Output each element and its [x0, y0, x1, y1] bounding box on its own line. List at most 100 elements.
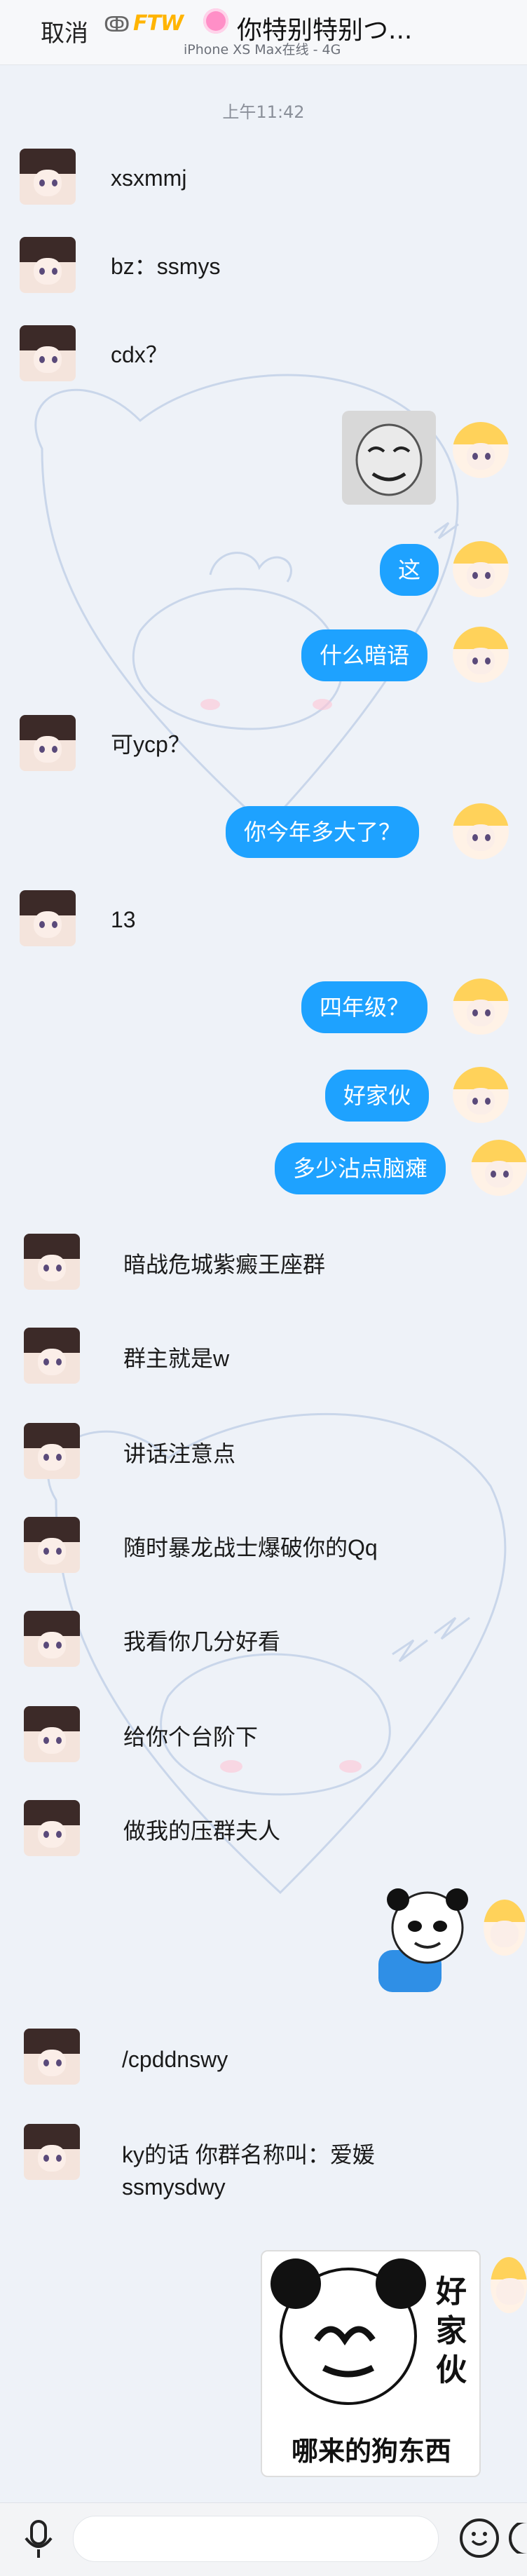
avatar-face — [38, 1632, 66, 1658]
avatar-eye — [503, 1171, 509, 1178]
panda-meme-icon — [378, 1888, 468, 1992]
received-message[interactable]: 群主就是w — [123, 1343, 229, 1374]
contact-avatar[interactable] — [24, 1328, 80, 1384]
received-message[interactable]: 可ycp？ — [111, 729, 191, 760]
avatar-face — [467, 443, 495, 470]
avatar-eye — [56, 1831, 62, 1838]
meme-face-icon — [355, 423, 423, 496]
contact-avatar[interactable] — [24, 1517, 80, 1573]
avatar-eye — [43, 1548, 49, 1555]
avatar-eye — [485, 1009, 491, 1016]
contact-avatar[interactable] — [24, 2029, 80, 2085]
meme-face-sticker[interactable] — [342, 411, 436, 505]
avatar-eye — [485, 657, 491, 665]
contact-avatar[interactable] — [24, 1234, 80, 1290]
avatar-eye — [56, 2059, 62, 2066]
received-message[interactable]: 暗战危城紫癜王座群 — [123, 1249, 325, 1280]
avatar-eye — [56, 1737, 62, 1744]
avatar-eye — [472, 572, 478, 579]
received-message[interactable]: 给你个台阶下 — [123, 1722, 258, 1752]
my-avatar[interactable] — [453, 422, 509, 478]
avatar-eye — [52, 921, 57, 928]
my-avatar[interactable] — [453, 979, 509, 1035]
sent-message[interactable]: 多少沾点脑瘫 — [275, 1143, 446, 1194]
contact-avatar[interactable] — [24, 1706, 80, 1762]
received-message[interactable]: /cpddnswy — [122, 2044, 228, 2075]
my-avatar[interactable] — [453, 541, 509, 597]
avatar-eye — [485, 572, 491, 579]
avatar-eye — [56, 1358, 62, 1365]
received-message[interactable]: cdx？ — [111, 339, 168, 370]
received-message[interactable]: 做我的压群夫人 — [123, 1815, 280, 1846]
avatar-eye — [39, 179, 45, 186]
sent-message[interactable]: 你今年多大了？ — [226, 806, 420, 858]
avatar-eye — [472, 834, 478, 841]
chat-header: 取消 ↂ FTW 你特别特别つ... iPhone XS Max在线 - 4G — [0, 0, 527, 65]
avatar-face — [485, 1161, 513, 1187]
avatar-face — [34, 258, 62, 285]
received-message-line[interactable]: ky的话 你群名称叫：爱媛 — [122, 2139, 375, 2170]
emoji-icon[interactable] — [460, 2519, 499, 2558]
avatar-face — [38, 1444, 66, 1471]
contact-avatar[interactable] — [20, 890, 76, 946]
contact-avatar[interactable] — [20, 325, 76, 381]
my-avatar[interactable] — [453, 627, 509, 683]
contact-avatar[interactable] — [20, 715, 76, 771]
panda-meme-sticker[interactable] — [371, 1886, 484, 1998]
avatar-face — [38, 1255, 66, 1281]
avatar-face — [34, 170, 62, 196]
my-avatar[interactable] — [471, 1140, 527, 1196]
avatar-face — [467, 562, 495, 589]
avatar-face — [496, 2278, 524, 2305]
avatar-eye — [472, 1009, 478, 1016]
emoji-face-icon — [471, 2532, 488, 2546]
sent-message[interactable]: 这 — [380, 544, 439, 596]
panda-text-meme-sticker[interactable]: 好家伙 哪来的狗东西 — [261, 2250, 481, 2477]
avatar-eye — [39, 356, 45, 363]
avatar-face — [38, 1727, 66, 1754]
avatar-face — [38, 1538, 66, 1565]
my-avatar[interactable] — [491, 2257, 527, 2313]
avatar-eye — [56, 1265, 62, 1272]
avatar-face — [467, 1088, 495, 1115]
message-input[interactable] — [73, 2516, 439, 2562]
panda-face-icon — [271, 2258, 426, 2405]
avatar-eye — [43, 1831, 49, 1838]
avatar-face — [38, 1349, 66, 1375]
avatar-face — [34, 736, 62, 763]
avatar-face — [467, 648, 495, 674]
avatar-face — [34, 346, 62, 373]
contact-avatar[interactable] — [24, 1611, 80, 1667]
received-message[interactable]: xsxmmj — [111, 163, 186, 193]
sent-message[interactable]: 什么暗语 — [301, 629, 428, 681]
my-avatar[interactable] — [453, 1067, 509, 1123]
my-avatar[interactable] — [453, 803, 509, 859]
received-message-line[interactable]: ssmysdwy — [122, 2172, 226, 2202]
mic-icon[interactable] — [20, 2519, 57, 2561]
sent-message[interactable]: 好家伙 — [325, 1070, 430, 1122]
contact-avatar[interactable] — [20, 149, 76, 205]
received-message[interactable]: 讲话注意点 — [123, 1438, 235, 1469]
received-message[interactable]: 我看你几分好看 — [123, 1626, 280, 1657]
avatar-eye — [43, 2059, 49, 2066]
received-message[interactable]: bz：ssmys — [111, 251, 220, 282]
received-message[interactable]: 13 — [111, 904, 136, 935]
contact-avatar[interactable] — [24, 1423, 80, 1479]
contact-avatar[interactable] — [24, 1800, 80, 1856]
ftw-badge: FTW — [133, 11, 184, 36]
avatar-eye — [472, 453, 478, 460]
ear-icon[interactable]: ↂ — [104, 13, 130, 37]
avatar-eye — [52, 268, 57, 275]
contact-avatar[interactable] — [20, 237, 76, 293]
contact-avatar[interactable] — [24, 2124, 80, 2180]
avatar-face — [34, 911, 62, 938]
avatar-eye — [39, 921, 45, 928]
avatar-eye — [56, 2155, 62, 2162]
my-avatar[interactable] — [484, 1900, 526, 1956]
received-message[interactable]: 随时暴龙战士爆破你的Qq — [123, 1532, 378, 1563]
plus-icon[interactable] — [506, 2523, 527, 2554]
sent-message[interactable]: 四年级？ — [301, 981, 428, 1033]
input-bar — [0, 2502, 527, 2576]
cancel-button[interactable]: 取消 — [41, 14, 88, 48]
avatar-face — [38, 2050, 66, 2076]
